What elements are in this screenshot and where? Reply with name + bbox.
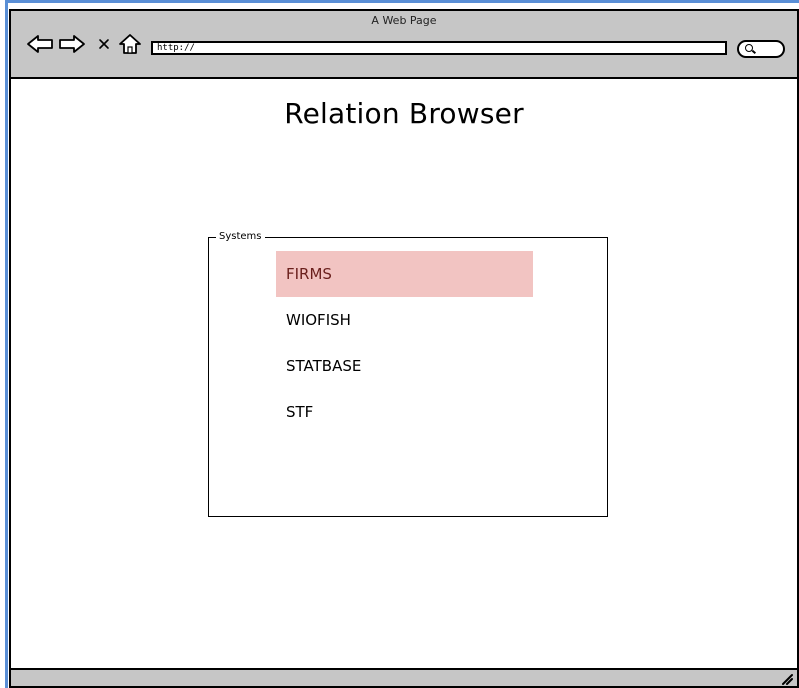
url-input[interactable]: http://	[151, 41, 727, 55]
systems-list: FIRMS WIOFISH STATBASE STF	[276, 251, 533, 435]
forward-arrow-icon	[59, 35, 85, 53]
systems-fieldset: Systems FIRMS WIOFISH STATBASE STF	[208, 230, 608, 517]
screenshot-frame: A Web Page http:// Relation Browser Syst…	[0, 0, 799, 688]
search-icon-handle	[751, 49, 757, 54]
status-bar	[11, 668, 797, 686]
back-arrow-icon	[27, 35, 53, 53]
stop-button[interactable]	[95, 33, 113, 55]
forward-button[interactable]	[57, 33, 87, 55]
back-button[interactable]	[25, 33, 55, 55]
search-button[interactable]	[737, 40, 785, 58]
home-button[interactable]	[117, 33, 143, 55]
list-item-firms[interactable]: FIRMS	[276, 251, 533, 297]
home-icon	[119, 34, 141, 54]
systems-legend: Systems	[216, 230, 265, 244]
resize-grip-icon[interactable]	[781, 673, 793, 685]
list-item-statbase[interactable]: STATBASE	[276, 343, 533, 389]
frame-accent-top	[5, 0, 799, 3]
browser-window: A Web Page http:// Relation Browser Syst…	[9, 9, 799, 688]
frame-accent-left	[5, 0, 8, 688]
window-title: A Web Page	[371, 14, 437, 27]
browser-toolbar: A Web Page http://	[11, 11, 797, 79]
page-title: Relation Browser	[284, 97, 524, 130]
list-item-stf[interactable]: STF	[276, 389, 533, 435]
list-item-wiofish[interactable]: WIOFISH	[276, 297, 533, 343]
close-icon	[99, 39, 109, 49]
